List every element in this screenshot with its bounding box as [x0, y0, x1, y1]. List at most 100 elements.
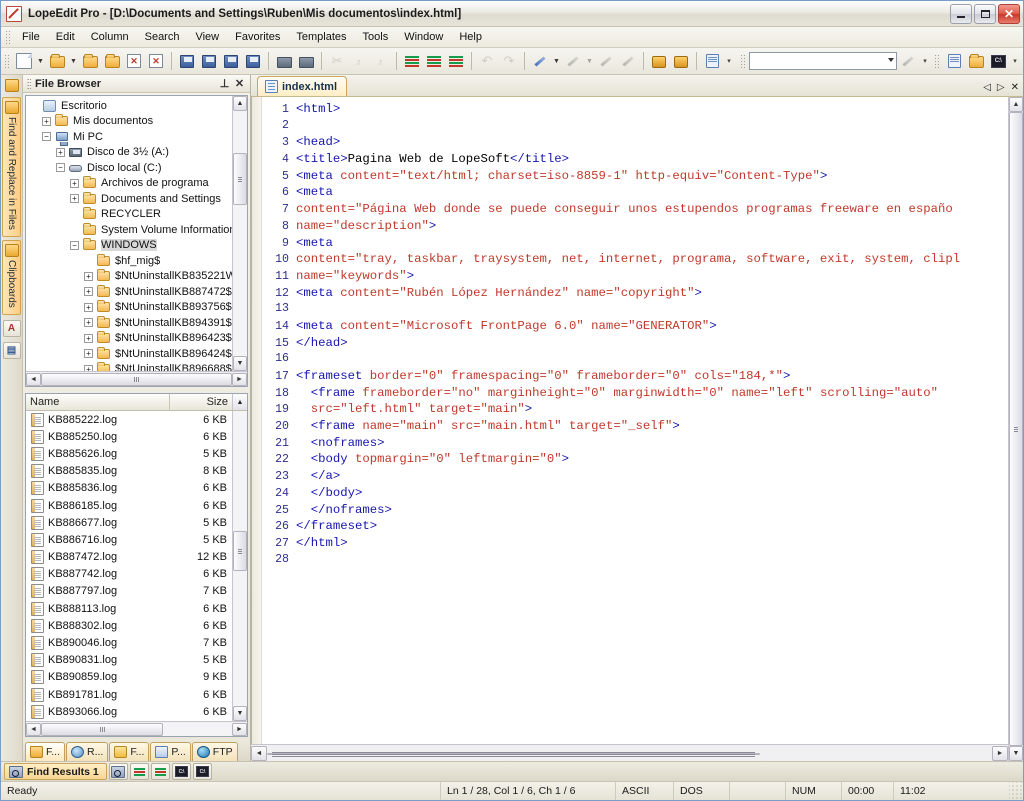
console-1-button[interactable]: C:\	[171, 763, 191, 780]
code-line[interactable]: 19 src="left.html" target="main">	[262, 401, 1008, 418]
panel-grip[interactable]	[27, 77, 31, 90]
expand-icon[interactable]: +	[84, 333, 93, 343]
rail-top-icon[interactable]	[4, 79, 19, 92]
collapse-icon[interactable]: −	[56, 163, 65, 173]
toolbar-grip[interactable]	[4, 53, 10, 69]
scroll-left-button[interactable]: ◄	[251, 745, 267, 761]
scroll-track[interactable]	[233, 411, 247, 706]
scroll-down-button[interactable]: ▼	[233, 356, 247, 371]
save-button[interactable]	[176, 50, 198, 72]
tab-next-button[interactable]: ▷	[997, 82, 1005, 93]
code-line[interactable]: 14 <meta content="Microsoft FrontPage 6.0…	[262, 318, 1008, 335]
find-in-files-button[interactable]	[108, 763, 128, 780]
scroll-up-button[interactable]: ▲	[1009, 97, 1023, 112]
rail-tab-clipboards[interactable]: Clipboards	[2, 239, 21, 315]
copy-button[interactable]	[348, 50, 370, 72]
code-line[interactable]: 12 <meta content="Rubén López Hernández" …	[262, 285, 1008, 302]
code-line[interactable]: 25 </noframes>	[262, 502, 1008, 519]
file-list-row[interactable]: KB887742.log 6 KB	[26, 566, 232, 583]
quick-search-go-button[interactable]	[897, 50, 919, 72]
expand-icon[interactable]: +	[70, 194, 79, 204]
collapse-icon[interactable]: −	[70, 240, 79, 250]
menu-edit[interactable]: Edit	[48, 28, 83, 46]
code-line[interactable]: 4 <title>Pagina Web de LopeSoft</title>	[262, 151, 1008, 168]
tree-node[interactable]: − WINDOWS	[28, 238, 232, 254]
pin-icon[interactable]: ⊥	[217, 77, 232, 91]
close-all-button[interactable]	[145, 50, 167, 72]
undo-button[interactable]: ↶	[476, 50, 498, 72]
code-line[interactable]: 13	[262, 301, 1008, 318]
file-list-row[interactable]: KB888302.log 6 KB	[26, 617, 232, 634]
outdent-button[interactable]	[445, 50, 467, 72]
menu-tools[interactable]: Tools	[355, 28, 397, 46]
bookmark-toggle-button[interactable]	[562, 50, 584, 72]
file-list-row[interactable]: KB890859.log 9 KB	[26, 669, 232, 686]
redo-button[interactable]: ↷	[498, 50, 520, 72]
minimize-button[interactable]	[950, 3, 972, 24]
file-list-row[interactable]: KB885835.log 8 KB	[26, 463, 232, 480]
tree-node[interactable]: $hf_mig$	[28, 253, 232, 269]
tree-node[interactable]: Escritorio	[28, 98, 232, 114]
code-line[interactable]: 17 <frameset border="0" framespacing="0" …	[262, 368, 1008, 385]
code-line[interactable]: 21 <noframes>	[262, 435, 1008, 452]
compare-button[interactable]	[401, 50, 423, 72]
code-line[interactable]: 23 </a>	[262, 468, 1008, 485]
scroll-thumb[interactable]	[267, 751, 760, 757]
file-browser-tab[interactable]: P...	[150, 742, 191, 761]
expand-icon[interactable]: +	[56, 147, 65, 157]
code-line[interactable]: 11 name="keywords">	[262, 268, 1008, 285]
scroll-thumb[interactable]	[41, 722, 164, 736]
close-document-button[interactable]	[123, 50, 145, 72]
code-line[interactable]: 15 </head>	[262, 335, 1008, 352]
close-icon[interactable]: ✕	[232, 77, 247, 91]
menu-grip[interactable]	[5, 29, 11, 45]
tab-close-button[interactable]: ✕	[1011, 82, 1019, 93]
tree-node[interactable]: + $NtUninstallKB896424$	[28, 346, 232, 362]
file-list-row[interactable]: KB885836.log 6 KB	[26, 480, 232, 497]
code-line[interactable]: 2	[262, 118, 1008, 135]
console-button[interactable]: C:\	[987, 50, 1009, 72]
print-button[interactable]	[273, 50, 295, 72]
open-file-button[interactable]	[46, 50, 68, 72]
save-ftp-button[interactable]	[242, 50, 264, 72]
file-browser-tab[interactable]: R...	[66, 742, 109, 761]
tree-node[interactable]: + Mis documentos	[28, 114, 232, 130]
code-line[interactable]: 5 <meta content="text/html; charset=iso-8…	[262, 168, 1008, 185]
toolbar-grip-2[interactable]	[740, 53, 746, 69]
toolbar-overflow-2[interactable]: ▾	[920, 50, 930, 72]
editor-gutter[interactable]	[252, 97, 262, 744]
bookmark-dropdown[interactable]: ▼	[584, 50, 595, 72]
tree-node[interactable]: + $NtUninstallKB896688$	[28, 362, 232, 371]
menu-column[interactable]: Column	[83, 28, 137, 46]
scroll-right-button[interactable]: ►	[992, 745, 1008, 761]
indent-button[interactable]	[423, 50, 445, 72]
run-external-button[interactable]	[701, 50, 723, 72]
tab-index-html[interactable]: index.html	[257, 76, 348, 96]
toolbar-grip-3[interactable]	[934, 53, 940, 69]
expand-icon[interactable]: +	[84, 302, 93, 312]
rail-tab-find-replace[interactable]: Find and Replace in Files	[2, 97, 21, 237]
file-list-row[interactable]: KB887797.log 7 KB	[26, 583, 232, 600]
highlight-button[interactable]	[529, 50, 551, 72]
open-file-dropdown[interactable]: ▼	[68, 50, 79, 72]
cut-button[interactable]: ✂	[326, 50, 348, 72]
column-header-name[interactable]: Name	[26, 394, 170, 410]
file-list[interactable]: KB885222.log 6 KB KB885250.log 6 KB KB885626…	[26, 411, 232, 721]
code-line[interactable]: 18 <frame frameborder="no" marginheight=…	[262, 385, 1008, 402]
editor-horizontal-scrollbar[interactable]: ◄ ►	[251, 744, 1008, 761]
document-icon[interactable]: ▤	[2, 341, 21, 359]
scroll-thumb[interactable]	[233, 153, 247, 205]
find-prev-button[interactable]	[129, 763, 149, 780]
scroll-down-button[interactable]: ▼	[233, 706, 247, 721]
tree-node[interactable]: + $NtUninstallKB896423$	[28, 331, 232, 347]
expand-icon[interactable]: +	[70, 178, 79, 188]
scroll-up-button[interactable]: ▲	[233, 96, 247, 111]
tree-node[interactable]: + $NtUninstallKB893756$	[28, 300, 232, 316]
file-list-row[interactable]: KB888113.log 6 KB	[26, 600, 232, 617]
menu-templates[interactable]: Templates	[288, 28, 354, 46]
scroll-track[interactable]	[1009, 112, 1023, 746]
resize-grip[interactable]	[1009, 782, 1023, 800]
scroll-thumb[interactable]	[1009, 112, 1023, 746]
file-browser-tab[interactable]: F...	[109, 742, 150, 761]
list-vertical-scrollbar[interactable]: ▼	[232, 411, 247, 721]
